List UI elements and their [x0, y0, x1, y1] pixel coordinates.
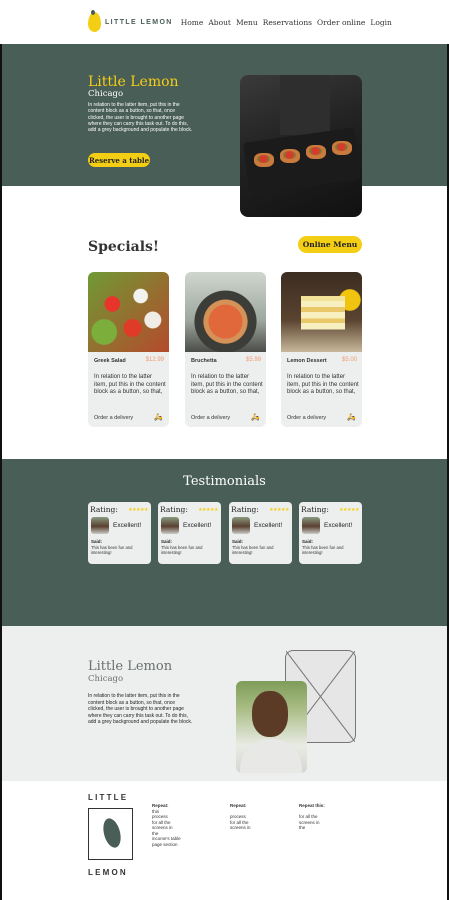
hero-section: [2, 44, 447, 186]
footer-logo-top: LITTLE: [88, 793, 129, 802]
about-section: [2, 626, 447, 781]
star-rating-icon: ★★★★★: [269, 507, 289, 513]
card-description: In relation to the latter item, put this…: [287, 374, 359, 395]
rating-text: Excellent!: [183, 522, 212, 529]
shirt-shape: [240, 739, 302, 773]
delivery-icon[interactable]: 🛵: [347, 413, 356, 421]
testimonial-text: This has been fun and interesting!: [91, 545, 133, 555]
card-description: In relation to the latter item, put this…: [94, 374, 166, 395]
footer-line: income's table: [152, 836, 181, 841]
testimonial-card: Rating: ★★★★★ Excellent! Said: This has …: [158, 502, 221, 564]
special-card-lemon-dessert[interactable]: Lemon Dessert $5.00 In relation to the l…: [281, 272, 362, 427]
card-price: $5.00: [341, 357, 357, 363]
about-description: In relation to the latter item, put this…: [88, 693, 193, 725]
footer-column: Repeat: process for all the screens in: [230, 803, 251, 831]
footer-column-head: Repeat this:: [299, 803, 325, 808]
bruschetta-piece: [254, 153, 274, 167]
card-price: $5.99: [245, 357, 261, 363]
special-card-greek-salad[interactable]: Greek Salad $12.99 In relation to the la…: [88, 272, 169, 427]
logo[interactable]: LITTLE LEMON: [88, 10, 173, 32]
footer-column: Repeat: this process for all the screens…: [152, 803, 181, 847]
chef-photo: [236, 681, 307, 773]
rating-label: Rating:: [231, 505, 259, 514]
nav-link-reservations[interactable]: Reservations: [263, 18, 312, 27]
said-label: Said:: [232, 539, 244, 544]
greek-salad-image: [88, 272, 169, 352]
testimonial-text: This has been fun and interesting!: [302, 545, 344, 555]
nav-links: Home About Menu Reservations Order onlin…: [181, 18, 392, 27]
order-delivery-link[interactable]: Order a delivery: [287, 415, 326, 421]
about-subtitle: Chicago: [88, 674, 124, 684]
nav-link-login[interactable]: Login: [370, 18, 392, 27]
delivery-icon[interactable]: 🛵: [251, 413, 260, 421]
nav-link-menu[interactable]: Menu: [236, 18, 258, 27]
order-delivery-link[interactable]: Order a delivery: [94, 415, 133, 421]
said-label: Said:: [91, 539, 103, 544]
footer-line: page section: [152, 841, 178, 847]
rating-label: Rating:: [160, 505, 188, 514]
card-title: Bruchetta: [191, 358, 217, 364]
testimonials-title: Testimonials: [183, 474, 266, 489]
rating-text: Excellent!: [254, 522, 283, 529]
said-label: Said:: [302, 539, 314, 544]
bruschetta-piece: [306, 145, 326, 159]
star-rating-icon: ★★★★★: [339, 507, 359, 513]
star-rating-icon: ★★★★★: [198, 507, 218, 513]
rating-label: Rating:: [90, 505, 118, 514]
special-card-bruchetta[interactable]: Bruchetta $5.99 In relation to the latte…: [185, 272, 266, 427]
card-title: Greek Salad: [94, 358, 126, 364]
reserve-table-button[interactable]: Reserve a table: [88, 153, 150, 167]
card-price: $12.99: [145, 357, 164, 363]
hero-description: In relation to the latter item, put this…: [88, 102, 193, 134]
card-title: Lemon Dessert: [287, 358, 327, 364]
lemon-logo-icon: [100, 816, 124, 850]
lemon-dessert-image: [281, 272, 362, 352]
logo-text: LITTLE LEMON: [105, 18, 173, 26]
bruschetta-piece: [332, 141, 352, 155]
testimonial-card: Rating: ★★★★★ Excellent! Said: This has …: [88, 502, 151, 564]
footer-column: Repeat this: for all the screens in the: [299, 803, 325, 831]
testimonial-card: Rating: ★★★★★ Excellent! Said: This has …: [229, 502, 292, 564]
order-delivery-link[interactable]: Order a delivery: [191, 415, 230, 421]
footer-logo-box: [88, 808, 133, 860]
testimonial-card: Rating: ★★★★★ Excellent! Said: This has …: [299, 502, 362, 564]
avatar: [161, 517, 179, 534]
rating-text: Excellent!: [113, 522, 142, 529]
footer-line: screens in: [230, 825, 251, 830]
footer-line: the: [299, 825, 306, 830]
avatar: [302, 517, 320, 534]
delivery-icon[interactable]: 🛵: [154, 413, 163, 421]
card-description: In relation to the latter item, put this…: [191, 374, 263, 395]
lemon-logo-icon: [88, 10, 101, 32]
hero-subtitle: Chicago: [88, 89, 124, 99]
footer-logo-bottom: LEMON: [88, 868, 128, 877]
face-shape: [252, 691, 288, 737]
rating-label: Rating:: [301, 505, 329, 514]
said-label: Said:: [161, 539, 173, 544]
bruchetta-image: [185, 272, 266, 352]
chef-apron: [280, 75, 330, 135]
specials-title: Specials!: [88, 239, 160, 255]
testimonial-text: This has been fun and interesting!: [232, 545, 274, 555]
avatar: [232, 517, 250, 534]
star-rating-icon: ★★★★★: [128, 507, 148, 513]
hero-title: Little Lemon: [88, 74, 179, 90]
top-nav: LITTLE LEMON Home About Menu Reservation…: [0, 0, 449, 44]
avatar: [91, 517, 109, 534]
nav-link-order-online[interactable]: Order online: [317, 18, 365, 27]
rating-text: Excellent!: [324, 522, 353, 529]
about-title: Little Lemon: [88, 659, 173, 674]
online-menu-button[interactable]: Online Menu: [298, 236, 362, 253]
testimonial-text: This has been fun and interesting!: [161, 545, 203, 555]
hero-food-image: [240, 75, 362, 217]
nav-link-home[interactable]: Home: [181, 18, 204, 27]
nav-link-about[interactable]: About: [208, 18, 231, 27]
bruschetta-piece: [280, 149, 300, 163]
